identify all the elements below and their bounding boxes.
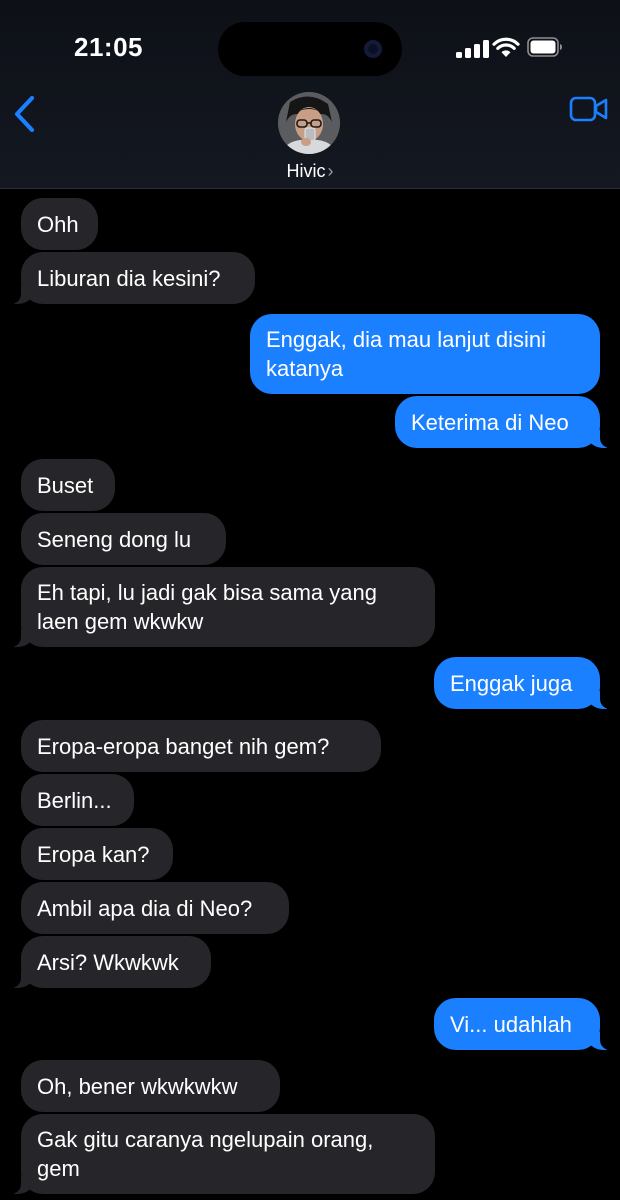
message-bubble-received[interactable]: Gak gitu caranya ngelupain orang, gem — [11, 1114, 435, 1194]
contact-name-button[interactable]: Hivic › — [0, 161, 620, 182]
message-text: Seneng dong lu — [37, 526, 192, 552]
message-text: Gak gitu caranya ngelupain orang, gem — [37, 1127, 374, 1181]
message-text: Buset — [37, 472, 94, 498]
contact-name: Hivic — [286, 161, 326, 181]
message-text: Enggak juga — [450, 670, 573, 696]
message-bubble-received[interactable]: Liburan dia kesini? — [11, 252, 255, 304]
dynamic-island — [218, 22, 402, 76]
message-text: Vi... udahlah — [450, 1011, 572, 1037]
status-bar: 21:05 — [0, 0, 620, 96]
contact-photo-icon — [278, 92, 340, 154]
message-text: Enggak, dia mau lanjut disini katanya — [266, 327, 547, 381]
contact-avatar[interactable] — [278, 92, 340, 154]
video-camera-icon[interactable] — [568, 94, 610, 124]
message-text: Eropa-eropa banget nih gem? — [37, 733, 330, 759]
message-text: Berlin... — [37, 787, 112, 813]
battery-icon — [527, 37, 562, 57]
message-text: Keterima di Neo — [411, 409, 569, 435]
message-bubble-received[interactable]: Ohh — [21, 198, 98, 250]
message-bubble-sent[interactable]: Vi... udahlah — [434, 998, 610, 1050]
message-bubble-sent[interactable]: Enggak juga — [434, 657, 610, 709]
message-text: Arsi? Wkwkwk — [37, 949, 179, 975]
conversation-header: 21:05 Hivic › — [0, 0, 620, 189]
message-bubble-sent[interactable]: Keterima di Neo — [395, 396, 610, 448]
message-text: Eropa kan? — [37, 841, 150, 867]
message-list[interactable]: Ohh Liburan dia kesini? Enggak, dia mau … — [0, 188, 620, 1200]
message-bubble-received[interactable]: Seneng dong lu — [21, 513, 226, 565]
message-text: Ambil apa dia di Neo? — [37, 895, 253, 921]
message-bubble-received[interactable]: Oh, bener wkwkwkw — [21, 1060, 280, 1112]
message-text: Liburan dia kesini? — [37, 265, 221, 291]
message-bubble-sent[interactable]: Enggak, dia mau lanjut disini katanya — [250, 314, 600, 394]
message-bubble-received[interactable]: Ambil apa dia di Neo? — [21, 882, 289, 934]
chevron-left-icon[interactable] — [8, 92, 44, 136]
status-time: 21:05 — [74, 32, 143, 62]
message-bubble-received[interactable]: Eropa-eropa banget nih gem? — [21, 720, 381, 772]
message-bubble-received[interactable]: Eropa kan? — [21, 828, 173, 880]
front-camera-icon — [364, 40, 382, 58]
message-bubble-received[interactable]: Arsi? Wkwkwk — [11, 936, 211, 988]
message-bubble-received[interactable]: Buset — [21, 459, 115, 511]
wifi-icon — [492, 37, 520, 57]
chevron-right-icon: › — [327, 161, 334, 181]
message-text: Oh, bener wkwkwkw — [37, 1073, 238, 1099]
cellular-signal-icon — [456, 38, 490, 58]
message-bubble-received[interactable]: Eh tapi, lu jadi gak bisa sama yang laen… — [11, 567, 435, 647]
message-text: Eh tapi, lu jadi gak bisa sama yang laen… — [37, 580, 377, 634]
message-text: Ohh — [37, 211, 79, 237]
message-bubble-received[interactable]: Berlin... — [21, 774, 134, 826]
